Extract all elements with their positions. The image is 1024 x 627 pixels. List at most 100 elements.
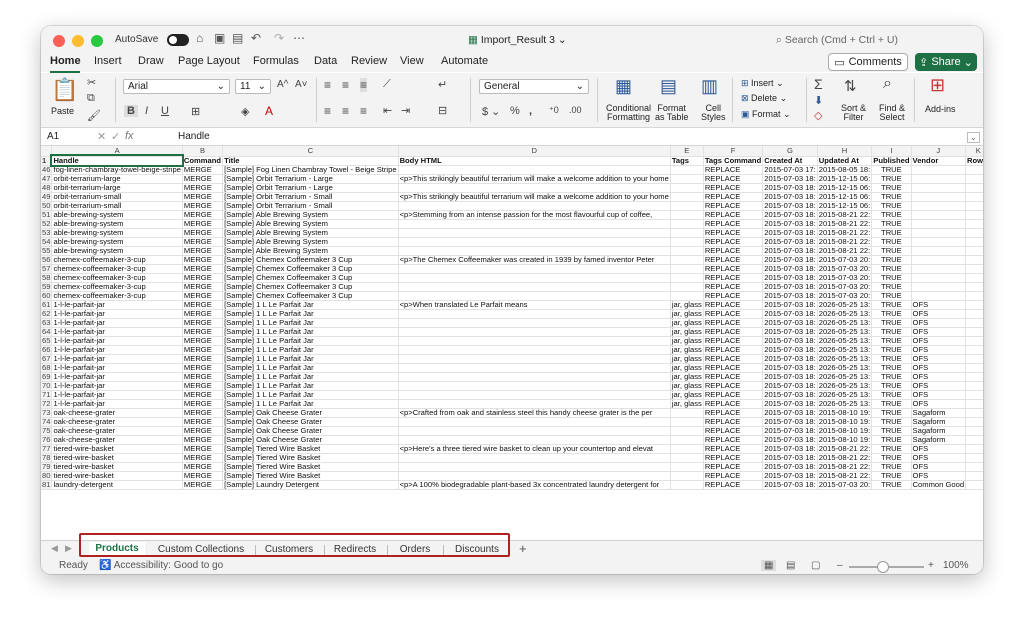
cell[interactable]: [911, 174, 967, 184]
cell[interactable]: [670, 264, 704, 274]
format-as-table-label[interactable]: Format as Table: [655, 104, 688, 122]
cell[interactable]: TRUE: [871, 480, 912, 490]
cell[interactable]: MERGE: [182, 336, 224, 346]
select-all-corner[interactable]: [41, 146, 53, 157]
cell[interactable]: [Sample] Oak Cheese Grater: [222, 426, 399, 436]
cell[interactable]: TRUE: [871, 444, 912, 454]
cell[interactable]: OFS: [911, 471, 967, 481]
cell[interactable]: [965, 255, 983, 265]
cell[interactable]: 2015-07-03 18:: [762, 309, 818, 319]
cell[interactable]: MERGE: [182, 183, 224, 193]
tab-draw[interactable]: Draw: [138, 55, 164, 67]
cell[interactable]: [Sample] Chemex Coffeemaker 3 Cup: [222, 264, 399, 274]
cell[interactable]: [670, 408, 704, 418]
cell[interactable]: 2015-07-03 18:: [762, 264, 818, 274]
header-cell[interactable]: Published: [871, 156, 912, 166]
find-select-icon[interactable]: ⌕: [883, 75, 892, 93]
cell[interactable]: 2015-08-05 18:: [817, 165, 873, 175]
cell[interactable]: REPLACE: [703, 228, 764, 238]
cell[interactable]: [Sample] Tiered Wire Basket: [222, 471, 399, 481]
cell[interactable]: OFS: [911, 300, 967, 310]
cell[interactable]: [670, 183, 704, 193]
cell[interactable]: 2026-05-25 13:: [817, 309, 873, 319]
formula-input[interactable]: Handle: [178, 131, 210, 142]
cell[interactable]: [965, 408, 983, 418]
cell[interactable]: [670, 246, 704, 256]
cut-icon[interactable]: ✂: [87, 76, 96, 89]
sort-filter-icon[interactable]: ⇅: [844, 77, 857, 95]
cell[interactable]: 2015-08-21 22:: [817, 246, 873, 256]
cell[interactable]: [398, 363, 671, 373]
cell[interactable]: OFS: [911, 318, 967, 328]
cell[interactable]: [911, 192, 967, 202]
conditional-formatting-label[interactable]: Conditional Formatting: [606, 104, 651, 122]
cell[interactable]: 2015-07-03 18:: [762, 228, 818, 238]
cell[interactable]: TRUE: [871, 210, 912, 220]
cell[interactable]: jar, glass: [670, 327, 704, 337]
cell[interactable]: TRUE: [871, 372, 912, 382]
cell[interactable]: TRUE: [871, 327, 912, 337]
header-cell[interactable]: Handle: [49, 154, 185, 167]
italic-icon[interactable]: I: [145, 105, 148, 117]
cell[interactable]: TRUE: [871, 201, 912, 211]
cell[interactable]: TRUE: [871, 246, 912, 256]
cell[interactable]: [398, 183, 671, 193]
cell[interactable]: [Sample] Oak Cheese Grater: [222, 417, 399, 427]
cell[interactable]: 2015-07-03 18:: [762, 345, 818, 355]
cell[interactable]: 2015-07-03 18:: [762, 363, 818, 373]
cell[interactable]: [965, 363, 983, 373]
cell[interactable]: 2015-07-03 18:: [762, 390, 818, 400]
cell[interactable]: 2015-07-03 18:: [762, 444, 818, 454]
cell[interactable]: orbit-terrarium-small: [51, 201, 183, 211]
cell[interactable]: [Sample] Able Brewing System: [222, 237, 399, 247]
undo-icon[interactable]: ↶: [251, 31, 261, 45]
cell[interactable]: tiered-wire-basket: [51, 462, 183, 472]
cell[interactable]: 2015-07-03 18:: [762, 480, 818, 490]
cell[interactable]: REPLACE: [703, 174, 764, 184]
cell[interactable]: TRUE: [871, 273, 912, 283]
search-box[interactable]: ⌕ Search (Cmd + Ctrl + U): [776, 34, 898, 47]
cell[interactable]: 2015-08-21 22:: [817, 444, 873, 454]
row-number[interactable]: 63: [41, 318, 53, 328]
cell[interactable]: [398, 273, 671, 283]
cell[interactable]: OFS: [911, 444, 967, 454]
cell[interactable]: [965, 354, 983, 364]
cell[interactable]: able-brewing-system: [51, 246, 183, 256]
cell[interactable]: [965, 471, 983, 481]
cell[interactable]: MERGE: [182, 390, 224, 400]
increase-decimal-icon[interactable]: ⁺0: [549, 105, 559, 116]
header-cell[interactable]: Row #: [965, 156, 983, 166]
cell[interactable]: 2015-07-03 18:: [762, 408, 818, 418]
cell[interactable]: <p>When translated Le Parfait means: [398, 300, 671, 310]
cell[interactable]: [965, 300, 983, 310]
cell[interactable]: [398, 309, 671, 319]
cell[interactable]: [398, 381, 671, 391]
format-cells-button[interactable]: ▣ Format ⌄: [741, 109, 791, 120]
cell[interactable]: TRUE: [871, 381, 912, 391]
cell[interactable]: [398, 453, 671, 463]
row-number[interactable]: 71: [41, 390, 53, 400]
cell[interactable]: able-brewing-system: [51, 210, 183, 220]
cell[interactable]: jar, glass: [670, 354, 704, 364]
font-size-select[interactable]: 11 ⌄: [235, 79, 271, 94]
row-number[interactable]: 65: [41, 336, 53, 346]
row-number[interactable]: 77: [41, 444, 53, 454]
cell[interactable]: TRUE: [871, 165, 912, 175]
cell[interactable]: REPLACE: [703, 192, 764, 202]
cell[interactable]: REPLACE: [703, 399, 764, 409]
cell[interactable]: 1-l-le-parfait-jar: [51, 372, 183, 382]
format-painter-icon[interactable]: 🖌: [87, 109, 101, 122]
header-cell[interactable]: Tags: [670, 156, 704, 166]
spreadsheet-grid[interactable]: ABCDEFGHIJK 1 Handle Command Title Body HTML…: [41, 146, 983, 540]
cell[interactable]: [Sample] 1 L Le Parfait Jar: [222, 354, 399, 364]
cell[interactable]: [398, 165, 671, 175]
cell[interactable]: <p>This strikingly beautiful terrarium w…: [398, 174, 671, 184]
cell[interactable]: OFS: [911, 453, 967, 463]
cell[interactable]: [965, 345, 983, 355]
cell[interactable]: MERGE: [182, 426, 224, 436]
row-number[interactable]: 81: [41, 480, 53, 490]
row-number[interactable]: 52: [41, 219, 53, 229]
row-number[interactable]: 59: [41, 282, 53, 292]
cell[interactable]: [965, 435, 983, 445]
cell[interactable]: 2015-07-03 20:: [817, 273, 873, 283]
